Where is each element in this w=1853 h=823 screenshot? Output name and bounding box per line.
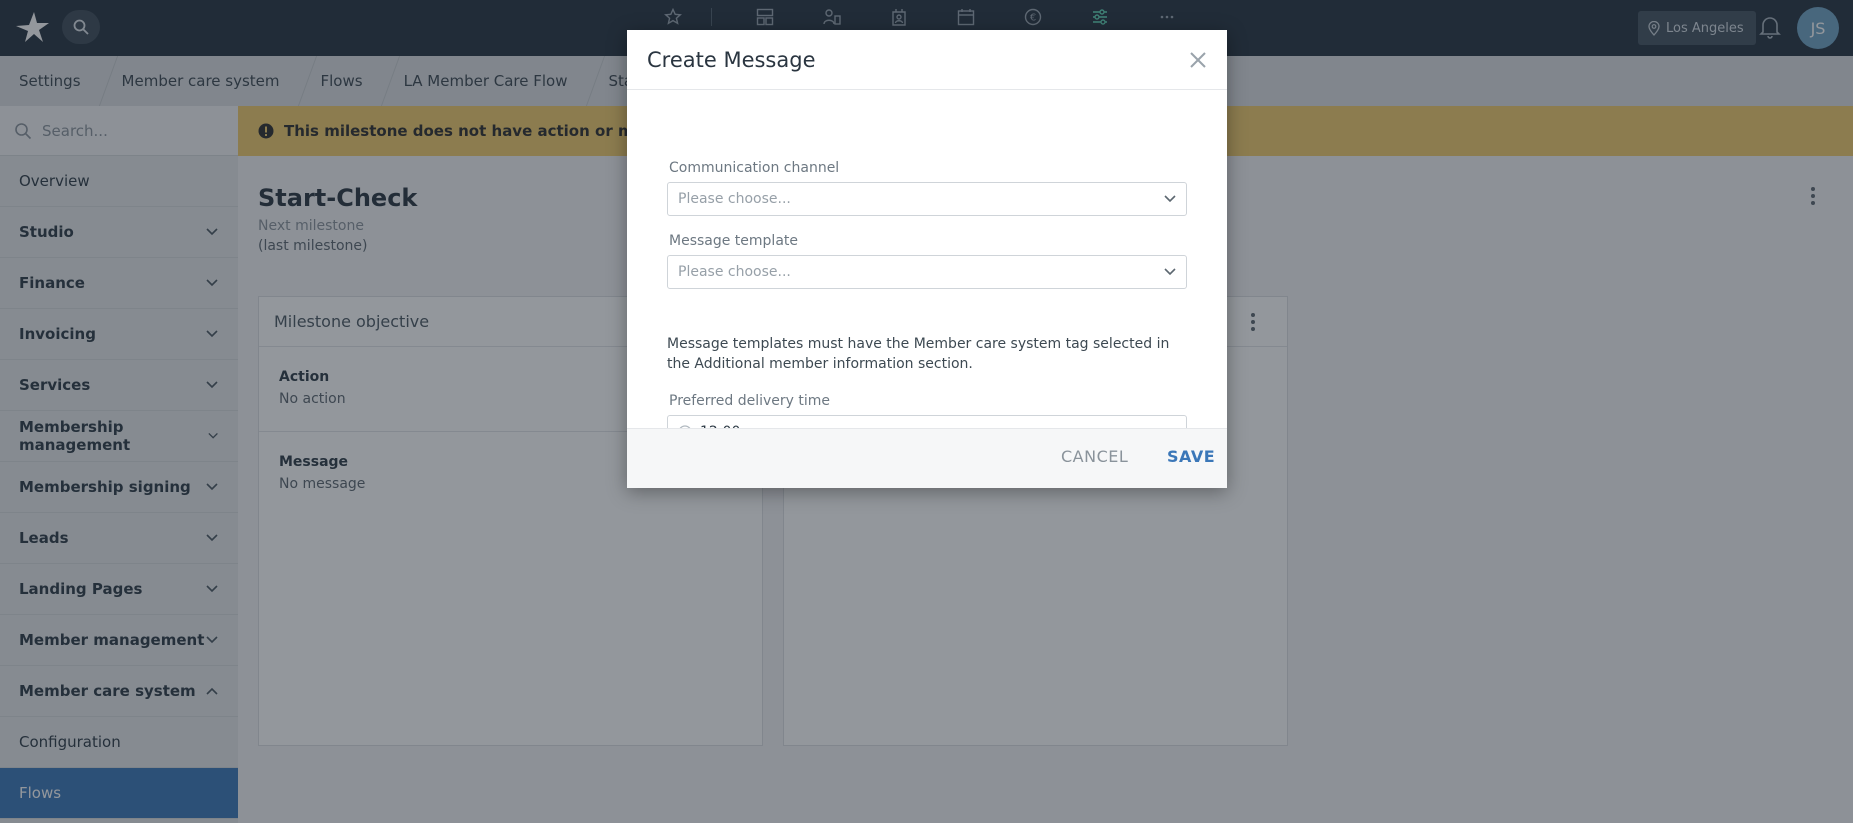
save-button[interactable]: SAVE [1167, 447, 1215, 466]
channel-select[interactable]: Please choose... [667, 182, 1187, 216]
channel-placeholder: Please choose... [678, 191, 791, 207]
template-hint: Message templates must have the Member c… [667, 336, 1170, 372]
dialog-title: Create Message [647, 47, 816, 72]
template-select[interactable]: Please choose... [667, 255, 1187, 289]
template-label: Message template [669, 233, 799, 249]
template-placeholder: Please choose... [678, 264, 791, 280]
channel-label: Communication channel [669, 160, 840, 176]
dialog-body: Communication channel Please choose... M… [627, 90, 1227, 449]
chevron-down-icon [1164, 268, 1176, 276]
close-icon[interactable] [1189, 51, 1207, 69]
dialog-header: Create Message [627, 30, 1227, 90]
cancel-button[interactable]: CANCEL [1061, 447, 1128, 466]
delivery-time-label: Preferred delivery time [669, 393, 831, 409]
create-message-dialog: Create Message Communication channel Ple… [627, 30, 1227, 488]
chevron-down-icon [1164, 195, 1176, 203]
dialog-footer: CANCEL SAVE [627, 428, 1227, 488]
